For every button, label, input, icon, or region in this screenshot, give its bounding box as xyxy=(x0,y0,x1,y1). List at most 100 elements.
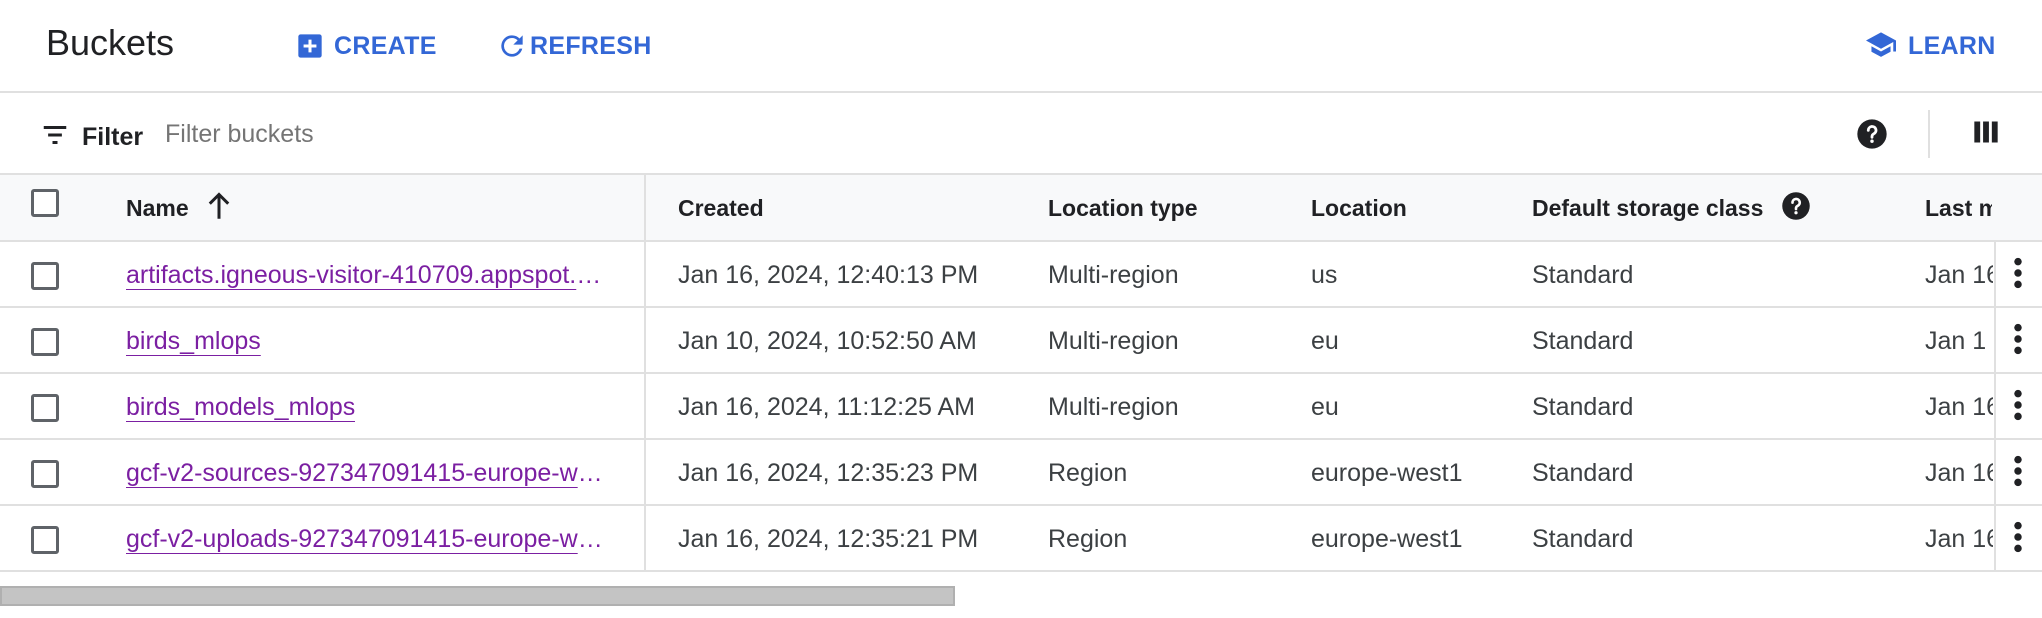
bucket-name-link[interactable]: artifacts.igneous-visitor-410709.appspot… xyxy=(126,261,612,290)
bucket-name-link-cell: gcf-v2-uploads-927347091415-europe-west1 xyxy=(126,506,612,572)
location-type-value-cell: Multi-region xyxy=(1048,308,1298,374)
horizontal-scrollbar-thumb[interactable] xyxy=(0,586,955,606)
created-value-cell: Jan 16, 2024, 12:40:13 PM xyxy=(678,242,1028,308)
row-menu-button[interactable] xyxy=(2000,308,2036,374)
row-checkbox[interactable] xyxy=(31,262,59,290)
checkbox-box xyxy=(31,460,59,488)
location-type-value-cell: Region xyxy=(1048,440,1298,506)
location-value-cell: europe-west1 xyxy=(1311,506,1521,572)
filter-list-icon xyxy=(40,120,70,155)
column-header-storage-class[interactable]: Default storage class xyxy=(1532,175,1811,242)
help-icon[interactable] xyxy=(1781,191,1811,227)
learn-button[interactable]: LEARN xyxy=(1864,28,1996,64)
page-title: Buckets xyxy=(46,22,175,63)
location-value-cell: eu xyxy=(1311,308,1521,374)
location-value: eu xyxy=(1311,326,1339,355)
location-type-value: Multi-region xyxy=(1048,392,1179,421)
created-value-cell: Jan 10, 2024, 10:52:50 AM xyxy=(678,308,1028,374)
table-row: artifacts.igneous-visitor-410709.appspot… xyxy=(0,242,2042,308)
storage-class-value: Standard xyxy=(1532,326,1634,355)
sticky-column-divider xyxy=(1994,242,1996,571)
table-row: birds_mlops Jan 10, 2024, 10:52:50 AM Mult… xyxy=(0,308,2042,374)
help-button[interactable] xyxy=(1856,118,1888,155)
column-header-name-label: Name xyxy=(126,195,189,221)
row-checkbox[interactable] xyxy=(31,526,59,554)
bucket-name-link-cell: gcf-v2-sources-927347091415-europe-west1 xyxy=(126,440,612,506)
refresh-button-label: REFRESH xyxy=(530,31,652,60)
select-all-checkbox[interactable] xyxy=(31,189,59,217)
create-button-label: CREATE xyxy=(334,31,437,60)
learn-button-label: LEARN xyxy=(1908,31,1996,60)
created-value: Jan 16, 2024, 11:12:25 AM xyxy=(678,392,975,421)
storage-class-value: Standard xyxy=(1532,392,1634,421)
last-modified-value-cell: Jan 16 xyxy=(1925,440,1993,506)
row-checkbox[interactable] xyxy=(31,394,59,422)
last-modified-value-cell: Jan 16 xyxy=(1925,242,1993,308)
bucket-name-link[interactable]: gcf-v2-sources-927347091415-europe-west1 xyxy=(126,459,612,488)
checkbox-box xyxy=(31,262,59,290)
bucket-name-link-cell: birds_models_mlops xyxy=(126,374,612,440)
filter-input[interactable] xyxy=(165,116,765,152)
create-button[interactable]: CREATE xyxy=(296,28,437,64)
created-value-cell: Jan 16, 2024, 12:35:23 PM xyxy=(678,440,1028,506)
checkbox-box xyxy=(31,328,59,356)
created-value: Jan 16, 2024, 12:40:13 PM xyxy=(678,260,979,289)
last-modified-value: Jan 16 xyxy=(1925,260,1993,289)
more-vert-icon xyxy=(2012,389,2024,426)
refresh-button[interactable]: REFRESH xyxy=(496,28,652,64)
last-modified-value-cell: Jan 1 xyxy=(1925,308,1993,374)
table-row: gcf-v2-uploads-927347091415-europe-west1… xyxy=(0,506,2042,572)
created-value: Jan 16, 2024, 12:35:21 PM xyxy=(678,524,979,553)
location-type-value-cell: Multi-region xyxy=(1048,242,1298,308)
row-checkbox[interactable] xyxy=(31,328,59,356)
last-modified-value: Jan 16 xyxy=(1925,458,1993,487)
column-display-button[interactable] xyxy=(1972,118,2000,151)
location-value-cell: us xyxy=(1311,242,1521,308)
last-modified-value: Jan 16 xyxy=(1925,524,1993,553)
checkbox-box xyxy=(31,526,59,554)
more-vert-icon xyxy=(2012,521,2024,558)
location-value: europe-west1 xyxy=(1311,524,1463,553)
location-type-value: Region xyxy=(1048,458,1128,487)
last-modified-value-cell: Jan 16 xyxy=(1925,374,1993,440)
row-menu-button[interactable] xyxy=(2000,440,2036,506)
column-divider xyxy=(644,175,646,571)
bucket-name-link[interactable]: gcf-v2-uploads-927347091415-europe-west1 xyxy=(126,525,612,554)
storage-class-value-cell: Standard xyxy=(1532,242,1912,308)
table-row: birds_models_mlops Jan 16, 2024, 11:12:25… xyxy=(0,374,2042,440)
storage-class-value-cell: Standard xyxy=(1532,506,1912,572)
location-value-cell: europe-west1 xyxy=(1311,440,1521,506)
created-value: Jan 10, 2024, 10:52:50 AM xyxy=(678,326,977,355)
column-header-last-modified[interactable]: Last m xyxy=(1925,175,1992,242)
add-box-icon xyxy=(296,32,324,60)
table-row: gcf-v2-sources-927347091415-europe-west1… xyxy=(0,440,2042,506)
bucket-name-link-cell: birds_mlops xyxy=(126,308,612,374)
refresh-icon xyxy=(496,30,528,62)
school-icon xyxy=(1864,31,1898,61)
storage-class-value-cell: Standard xyxy=(1532,374,1912,440)
column-header-location-type[interactable]: Location type xyxy=(1048,175,1198,242)
row-menu-button[interactable] xyxy=(2000,506,2036,572)
column-header-storage-class-label: Default storage class xyxy=(1532,195,1764,221)
bucket-name-link[interactable]: birds_mlops xyxy=(126,327,261,356)
bucket-name-link[interactable]: birds_models_mlops xyxy=(126,393,355,422)
created-value-cell: Jan 16, 2024, 11:12:25 AM xyxy=(678,374,1028,440)
help-icon xyxy=(1856,119,1888,154)
arrow-upward-icon xyxy=(205,191,233,227)
filter-button[interactable]: Filter xyxy=(40,120,143,155)
row-menu-button[interactable] xyxy=(2000,374,2036,440)
column-header-name[interactable]: Name xyxy=(126,175,233,242)
column-header-created[interactable]: Created xyxy=(678,175,764,242)
location-type-value-cell: Region xyxy=(1048,506,1298,572)
location-value-cell: eu xyxy=(1311,374,1521,440)
location-type-value: Region xyxy=(1048,524,1128,553)
column-display-icon xyxy=(1972,121,2000,150)
more-vert-icon xyxy=(2012,455,2024,492)
storage-class-value-cell: Standard xyxy=(1532,308,1912,374)
row-menu-button[interactable] xyxy=(2000,242,2036,308)
row-checkbox[interactable] xyxy=(31,460,59,488)
toolbar-divider xyxy=(1928,110,1930,158)
column-header-location[interactable]: Location xyxy=(1311,175,1407,242)
location-type-value-cell: Multi-region xyxy=(1048,374,1298,440)
checkbox-box xyxy=(31,189,59,217)
